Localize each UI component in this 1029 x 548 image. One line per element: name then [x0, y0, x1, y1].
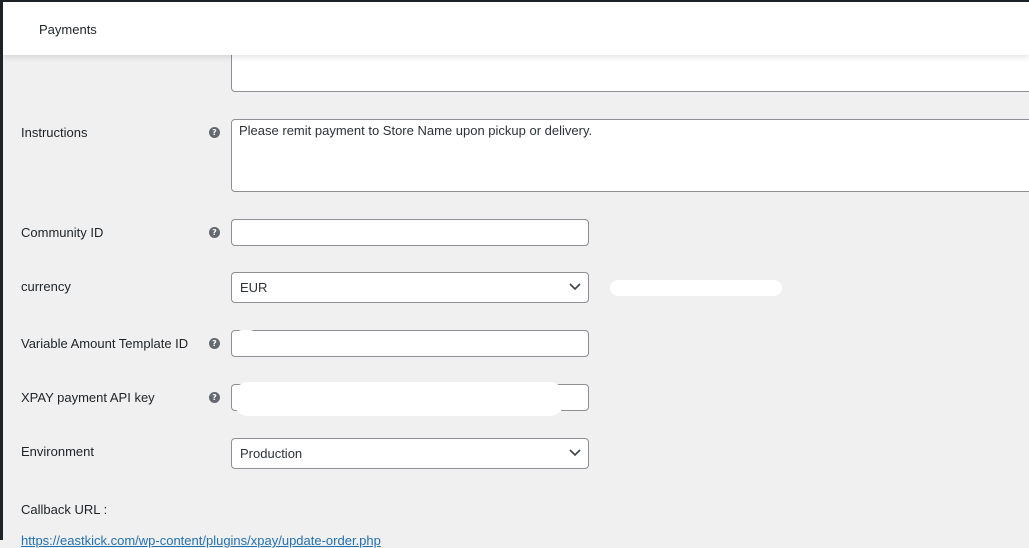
chevron-down-icon	[569, 283, 581, 291]
help-icon[interactable]: ?	[209, 127, 220, 138]
environment-value: Production	[240, 446, 303, 461]
help-icon[interactable]: ?	[209, 392, 220, 403]
redaction-mark	[236, 330, 256, 356]
environment-label: Environment	[21, 444, 94, 459]
callback-url-label: Callback URL :	[21, 502, 108, 517]
page-header: Payments	[3, 2, 1029, 55]
environment-select[interactable]: Production	[231, 438, 589, 469]
currency-label: currency	[21, 279, 71, 294]
community-id-label: Community ID	[21, 225, 104, 240]
variable-amount-template-id-input[interactable]	[231, 330, 589, 357]
instructions-label: Instructions	[21, 125, 88, 140]
instructions-textarea[interactable]: Please remit payment to Store Name upon …	[231, 119, 1029, 192]
help-icon[interactable]: ?	[209, 227, 220, 238]
help-icon[interactable]: ?	[209, 338, 220, 349]
variable-amount-template-id-label: Variable Amount Template ID	[21, 336, 189, 351]
page-title: Payments	[39, 22, 97, 37]
redaction-mark	[234, 382, 564, 416]
redaction-mark	[610, 280, 782, 296]
callback-url-link[interactable]: https://eastkick.com/wp-content/plugins/…	[21, 533, 381, 548]
xpay-api-key-label: XPAY payment API key	[21, 390, 155, 405]
currency-select[interactable]: EUR	[231, 272, 589, 303]
currency-value: EUR	[240, 280, 268, 295]
chevron-down-icon	[569, 449, 581, 457]
window-left-edge	[0, 0, 3, 540]
redaction-mark	[234, 224, 286, 242]
